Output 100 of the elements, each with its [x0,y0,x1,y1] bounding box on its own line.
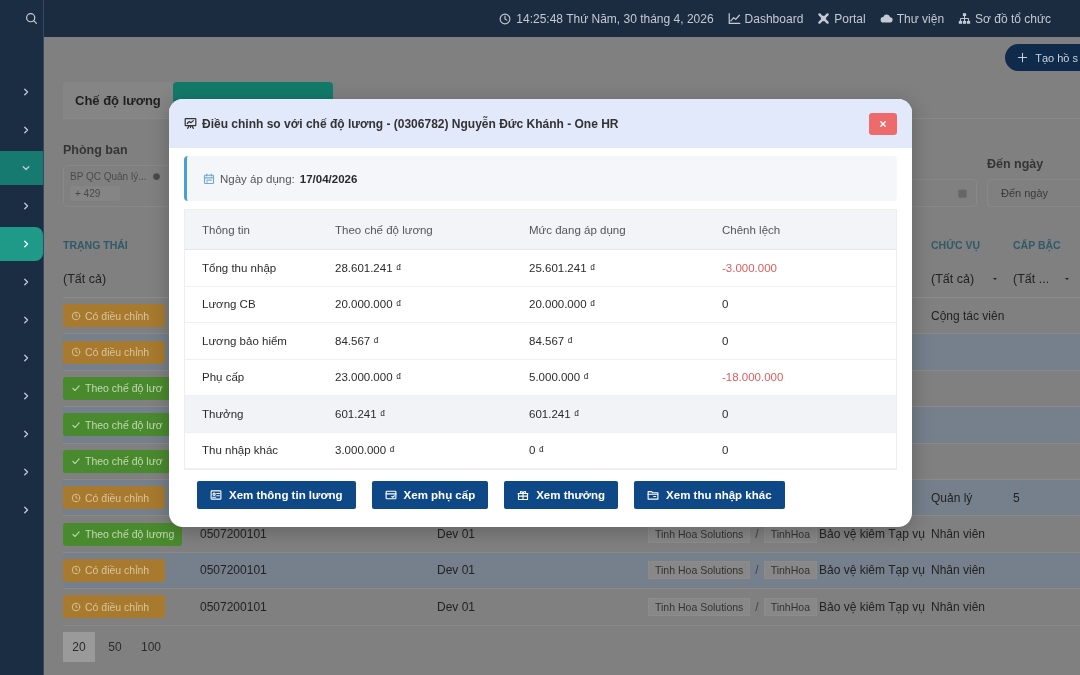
table-cell-text: Bảo vệ kiêm Tạp vụ [819,599,925,614]
nav-link[interactable]: Dashboard [727,11,804,26]
table-cell-text: 0507200101 [200,563,267,578]
table-cell-text: Phụ cấp [202,371,245,384]
table-cell-text: Tổng thu nhập [202,261,277,274]
table-cell-text: 28.601.241 ₫ [335,261,402,274]
tab[interactable]: Chế độ lương [63,82,173,118]
check-icon [71,529,81,540]
nav-link[interactable]: Thư viện [879,11,945,26]
company-tag: Tinh Hoa Solutions [648,561,751,580]
clock-icon [71,492,81,503]
org-chart-icon [958,12,972,25]
table-cell-text: Nhân viên [931,563,986,578]
page-size-option[interactable]: 100 [135,631,167,662]
table-cell-text: Dev 01 [437,563,476,578]
separator-text: / [755,599,759,614]
chart-icon [727,12,741,25]
view-button[interactable]: Xem thu nhập khác [634,481,785,509]
table-cell-text: 5.000.000 ₫ [529,371,590,384]
table-cell-text: 23.000.000 ₫ [335,371,402,384]
filter-text: (Tất cả) [63,272,107,286]
table-cell-text: Quản lý [931,490,973,505]
table-cell-text: 20.000.000 ₫ [529,298,596,311]
table-cell-text: Bảo vệ kiêm Tạp vụ [819,527,925,542]
table-cell-text: 0 [722,407,729,420]
table-cell-text: 25.601.241 ₫ [529,261,596,274]
close-button[interactable] [869,112,897,135]
field-label: Đến ngày [987,157,1045,171]
field-label: Phòng ban [63,143,129,157]
table-cell-text: 0507200101 [200,599,267,614]
table-cell-text: 601.241 ₫ [335,407,386,420]
table-cell-text: 5 [1013,490,1020,505]
status-badge: Có điều chỉnh [63,486,165,510]
table-cell-text: 84.567 ₫ [529,334,574,347]
caret-icon [1063,275,1071,283]
status-badge: Theo chế độ lươ [63,413,171,437]
table-cell-text: 0507200101 [200,527,267,542]
table-cell-text: -3.000.000 [722,261,777,274]
card-icon [384,489,397,501]
filter-dropdown[interactable]: (Tất ... [1013,271,1075,287]
clock-icon [499,12,512,25]
status-badge: Có điều chỉnh [63,304,165,328]
table-cell-text: 84.567 ₫ [335,334,380,347]
column-header: TRẠNG THÁI [63,239,128,251]
view-button[interactable]: Xem phụ cấp [371,481,489,509]
table-cell-text: Dev 01 [437,599,476,614]
date-input-field[interactable]: Đến ngày [987,179,1080,207]
status-badge: Có điều chỉnh [63,558,165,582]
check-icon [71,456,81,467]
separator-text: / [755,563,759,578]
clock-icon [71,565,81,576]
id-card-icon [210,489,222,501]
page-size-option[interactable]: 20 [63,631,95,662]
search-icon [25,12,38,25]
status-badge: Theo chế độ lươ [63,449,171,473]
effective-date-value: 17/04/2026 [299,172,358,185]
clock-icon [71,310,81,321]
view-button[interactable]: Xem thông tin lương [197,481,356,509]
clear-icon [151,172,161,181]
column-header: Mức đang áp dụng [529,223,626,236]
table-cell-text: Nhân viên [931,527,986,542]
page-size-option[interactable]: 50 [99,631,131,662]
caret-icon [991,275,999,283]
company-tag: TinhHoa [763,597,817,616]
view-button[interactable]: Xem thưởng [504,481,619,509]
column-header: CHỨC VỤ [931,239,980,251]
table-cell-text: 20.000.000 ₫ [335,298,402,311]
nav-link[interactable]: Portal [817,11,866,26]
nav-link[interactable]: Sơ đồ tổ chức [958,11,1051,26]
presentation-board-icon [184,117,197,130]
status-badge: Có điều chỉnh [63,340,165,364]
status-badge: Theo chế độ lươ [63,376,171,400]
plus-icon [1017,52,1029,63]
clock-icon [71,601,81,612]
table-cell-text: 0 [722,334,729,347]
status-badge: Theo chế độ lương [63,522,183,546]
column-header: Thông tin [202,223,250,236]
column-header: CẤP BẬC [1013,239,1061,251]
filter-dropdown[interactable]: (Tất cả) [931,271,1003,287]
check-icon [71,419,81,430]
sidebar-menu-item[interactable] [0,227,43,261]
sidebar-menu-item[interactable] [0,151,43,185]
cross-icon [817,12,831,25]
table-cell-text: 3.000.000 ₫ [335,444,396,457]
column-header: Theo chế độ lương [335,223,433,236]
table-cell-text: -18.000.000 [722,371,784,384]
calendar-icon [957,187,968,199]
chevron-down-icon [20,163,31,173]
table-cell-text: Thưởng [202,407,244,420]
date-time-text: 14:25:48 Thứ Năm, 30 tháng 4, 2026 [516,11,714,26]
create-button[interactable]: Tạo hồ s [1005,44,1080,71]
gift-icon [517,489,530,501]
clock-icon [71,347,81,358]
calendar-icon [203,172,215,185]
table-cell-text: Nhân viên [931,599,986,614]
table-cell-text: Lương CB [202,298,256,311]
table-cell-text: Cộng tác viên [931,308,1005,323]
status-badge: Có điều chỉnh [63,595,165,619]
column-header: Chênh lệch [722,223,781,236]
company-tag: Tinh Hoa Solutions [648,597,751,616]
